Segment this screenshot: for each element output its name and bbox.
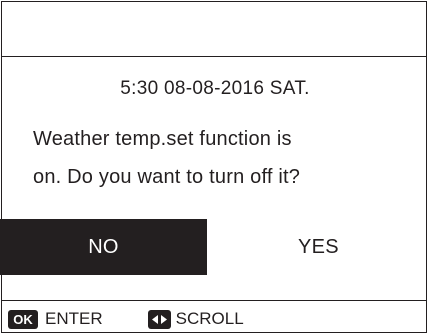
footer-divider bbox=[1, 300, 427, 301]
controller-screen: 5:30 08-08-2016 SAT. Weather temp.set fu… bbox=[0, 0, 430, 336]
dialog-message: Weather temp.set function is on. Do you … bbox=[33, 120, 413, 196]
no-option-label: NO bbox=[88, 235, 119, 258]
no-option-button[interactable]: NO bbox=[0, 219, 207, 275]
ok-key-icon: OK bbox=[8, 309, 38, 329]
datetime-display: 5:30 08-08-2016 SAT. bbox=[120, 78, 310, 99]
footer-hints: OK ENTER SCROLL bbox=[8, 308, 244, 330]
left-right-arrows-icon bbox=[147, 309, 171, 329]
yes-option-label: YES bbox=[298, 235, 339, 258]
yes-option-button[interactable]: YES bbox=[207, 219, 430, 275]
scroll-hint-label: SCROLL bbox=[175, 309, 244, 328]
enter-hint-label: ENTER bbox=[45, 309, 103, 328]
left-right-arrows-glyph bbox=[151, 314, 167, 324]
message-line-2: on. Do you want to turn off it? bbox=[33, 166, 301, 188]
title-bar bbox=[1, 1, 427, 57]
message-line-1: Weather temp.set function is bbox=[33, 128, 292, 150]
